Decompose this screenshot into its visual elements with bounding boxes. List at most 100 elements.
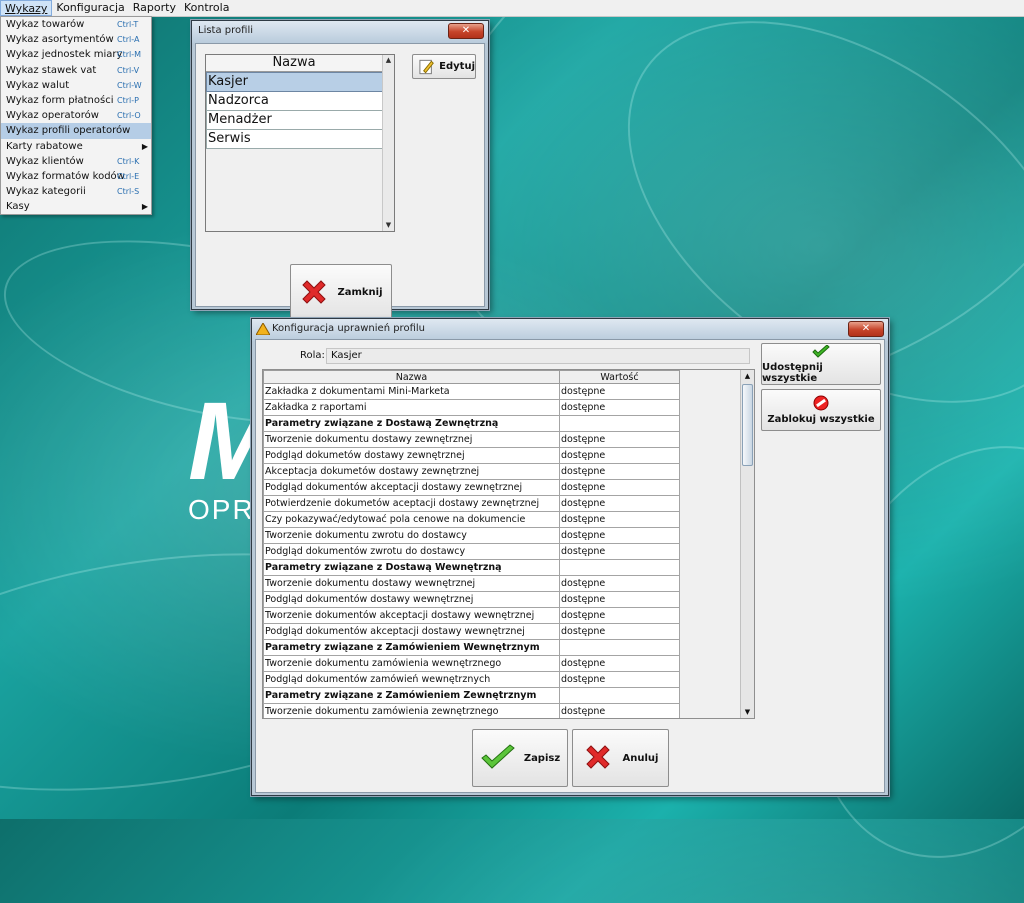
permissions-titlebar[interactable]: Konfiguracja uprawnień profilu ✕: [252, 319, 888, 341]
save-button-label: Zapisz: [523, 752, 561, 764]
window-title: Lista profili: [198, 25, 253, 36]
permission-name-cell: Tworzenie dokumentu zamówienia zewnętrzn…: [263, 703, 560, 718]
menu-item-kasy[interactable]: Kasy ▶: [1, 199, 151, 214]
menu-shortcut: Ctrl-S: [117, 187, 140, 197]
menu-item-asortymenty[interactable]: Wykaz asortymentów Ctrl-A: [1, 32, 151, 47]
menu-konfiguracja[interactable]: Konfiguracja: [52, 0, 128, 16]
menu-konfiguracja-label: Konfiguracja: [56, 1, 125, 14]
col-header-value[interactable]: Wartość: [559, 370, 680, 384]
permission-value-cell[interactable]: dostępne: [559, 495, 680, 512]
permission-value-cell[interactable]: dostępne: [559, 671, 680, 688]
list-item-serwis[interactable]: Serwis: [206, 130, 383, 149]
list-item-kasjer[interactable]: Kasjer: [206, 72, 383, 92]
scroll-down-icon[interactable]: ▼: [383, 220, 394, 231]
close-icon[interactable]: ✕: [448, 23, 484, 39]
permission-value-cell[interactable]: dostępne: [559, 383, 680, 400]
menu-item-profile-operatorow[interactable]: Wykaz profili operatorów: [1, 123, 151, 139]
table-row[interactable]: Tworzenie dokumentów akceptacji dostawy …: [263, 607, 680, 624]
scroll-down-icon[interactable]: ▼: [741, 706, 754, 718]
permission-value-cell[interactable]: dostępne: [559, 575, 680, 592]
scroll-up-icon[interactable]: ▲: [383, 55, 394, 66]
permission-value-cell[interactable]: dostępne: [559, 543, 680, 560]
scroll-thumb[interactable]: [742, 384, 753, 466]
menu-shortcut: Ctrl-A: [117, 35, 140, 45]
permissions-table: Nazwa Wartość Zakładka z dokumentami Min…: [262, 369, 755, 719]
close-icon[interactable]: ✕: [848, 321, 884, 337]
permissions-scrollbar[interactable]: ▲ ▼: [740, 370, 754, 718]
permission-value-cell[interactable]: dostępne: [559, 511, 680, 528]
permission-value-cell[interactable]: dostępne: [559, 655, 680, 672]
permission-value-cell[interactable]: dostępne: [559, 431, 680, 448]
col-header-name[interactable]: Nazwa: [263, 370, 560, 384]
table-row[interactable]: Akceptacja dokumetów dostawy zewnętrznej…: [263, 463, 680, 480]
permission-value-cell[interactable]: dostępne: [559, 591, 680, 608]
table-row[interactable]: Podgląd dokumentów zamówień wewnętrznych…: [263, 671, 680, 688]
block-all-button[interactable]: Zablokuj wszystkie: [761, 389, 881, 431]
permission-name-cell: Zakładka z raportami: [263, 399, 560, 416]
table-group-row[interactable]: Parametry związane z Zamówieniem Wewnętr…: [263, 639, 680, 656]
permission-value-cell[interactable]: dostępne: [559, 479, 680, 496]
permission-value-cell[interactable]: dostępne: [559, 527, 680, 544]
list-item-menadzer[interactable]: Menadżer: [206, 111, 383, 130]
block-all-label: Zablokuj wszystkie: [767, 414, 875, 425]
table-row[interactable]: Tworzenie dokumentu dostawy wewnętrznej d…: [263, 575, 680, 592]
table-group-row[interactable]: Parametry związane z Dostawą Wewnętrzną: [263, 559, 680, 576]
table-row[interactable]: Tworzenie dokumentu zamówienia zewnętrzn…: [263, 703, 680, 718]
edit-button[interactable]: Edytuj: [412, 54, 476, 79]
menu-item-karty-rabatowe[interactable]: Karty rabatowe ▶: [1, 139, 151, 154]
table-row[interactable]: Zakładka z raportami dostępne: [263, 399, 680, 416]
table-row[interactable]: Tworzenie dokumentu zamówienia wewnętrzn…: [263, 655, 680, 672]
menu-item-klienci[interactable]: Wykaz klientów Ctrl-K: [1, 154, 151, 169]
permission-value-cell[interactable]: dostępne: [559, 399, 680, 416]
permission-name-cell: Parametry związane z Zamówieniem Zewnętr…: [263, 687, 560, 704]
menu-item-label: Wykaz stawek vat: [6, 64, 97, 76]
menu-shortcut: Ctrl-W: [117, 80, 142, 90]
table-group-row[interactable]: Parametry związane z Dostawą Zewnętrzną: [263, 415, 680, 432]
permission-name-cell: Tworzenie dokumentu zwrotu do dostawcy: [263, 527, 560, 544]
permission-value-cell[interactable]: dostępne: [559, 607, 680, 624]
table-row[interactable]: Zakładka z dokumentami Mini-Marketa dostę…: [263, 383, 680, 400]
menu-shortcut: Ctrl-O: [117, 111, 141, 121]
menu-item-label: Wykaz asortymentów: [6, 34, 114, 46]
cancel-button[interactable]: Anuluj: [572, 729, 669, 787]
menu-item-waluty[interactable]: Wykaz walut Ctrl-W: [1, 78, 151, 93]
table-row[interactable]: Tworzenie dokumentu dostawy zewnętrznej d…: [263, 431, 680, 448]
table-group-row[interactable]: Parametry związane z Zamówieniem Zewnętr…: [263, 687, 680, 704]
menu-item-operatorzy[interactable]: Wykaz operatorów Ctrl-O: [1, 108, 151, 123]
scroll-up-icon[interactable]: ▲: [741, 370, 754, 382]
role-field[interactable]: Kasjer: [326, 348, 750, 364]
permission-value-cell: [559, 639, 680, 656]
permission-name-cell: Podgląd dokumetów dostawy zewnętrznej: [263, 447, 560, 464]
permission-name-cell: Podgląd dokumentów zwrotu do dostawcy: [263, 543, 560, 560]
menu-wykazy[interactable]: Wykazy: [0, 0, 53, 16]
table-row[interactable]: Tworzenie dokumentu zwrotu do dostawcy do…: [263, 527, 680, 544]
share-all-button[interactable]: Udostępnij wszystkie: [761, 343, 881, 385]
table-row[interactable]: Potwierdzenie dokumetów aceptacji dostaw…: [263, 495, 680, 512]
submenu-arrow-icon: ▶: [141, 141, 148, 151]
table-row[interactable]: Podgląd dokumentów dostawy wewnętrznej do…: [263, 591, 680, 608]
menu-item-jednostki-miary[interactable]: Wykaz jednostek miary Ctrl-M: [1, 47, 151, 62]
table-row[interactable]: Czy pokazywać/edytować pola cenowe na do…: [263, 511, 680, 528]
table-row[interactable]: Podgląd dokumentów akceptacji dostawy ze…: [263, 479, 680, 496]
menu-item-formaty-kodow[interactable]: Wykaz formatów kodów Ctrl-E: [1, 169, 151, 184]
menu-raporty[interactable]: Raporty: [129, 0, 180, 16]
permission-value-cell[interactable]: dostępne: [559, 463, 680, 480]
permission-value-cell[interactable]: dostępne: [559, 703, 680, 718]
profiles-titlebar[interactable]: Lista profili ✕: [192, 21, 488, 43]
menu-item-towary[interactable]: Wykaz towarów Ctrl-T: [1, 17, 151, 32]
table-row[interactable]: Podgląd dokumetów dostawy zewnętrznej dos…: [263, 447, 680, 464]
list-item-nadzorca[interactable]: Nadzorca: [206, 92, 383, 111]
save-button[interactable]: Zapisz: [472, 729, 568, 787]
table-row[interactable]: Podgląd dokumentów zwrotu do dostawcy dos…: [263, 543, 680, 560]
menu-item-kategorie[interactable]: Wykaz kategorii Ctrl-S: [1, 184, 151, 199]
permission-value-cell[interactable]: dostępne: [559, 623, 680, 640]
profiles-scrollbar[interactable]: ▲ ▼: [382, 55, 394, 231]
menu-shortcut: Ctrl-E: [117, 171, 140, 181]
menu-item-formy-platnosci[interactable]: Wykaz form płatności Ctrl-P: [1, 93, 151, 108]
table-row[interactable]: Podgląd dokumentów akceptacji dostawy we…: [263, 623, 680, 640]
permission-value-cell[interactable]: dostępne: [559, 447, 680, 464]
profiles-window: Lista profili ✕ Nazwa Kasjer Nadzorca Me…: [191, 20, 489, 321]
menu-item-stawki-vat[interactable]: Wykaz stawek vat Ctrl-V: [1, 63, 151, 78]
menu-kontrola[interactable]: Kontrola: [180, 0, 234, 16]
close-button[interactable]: Zamknij: [290, 264, 392, 321]
